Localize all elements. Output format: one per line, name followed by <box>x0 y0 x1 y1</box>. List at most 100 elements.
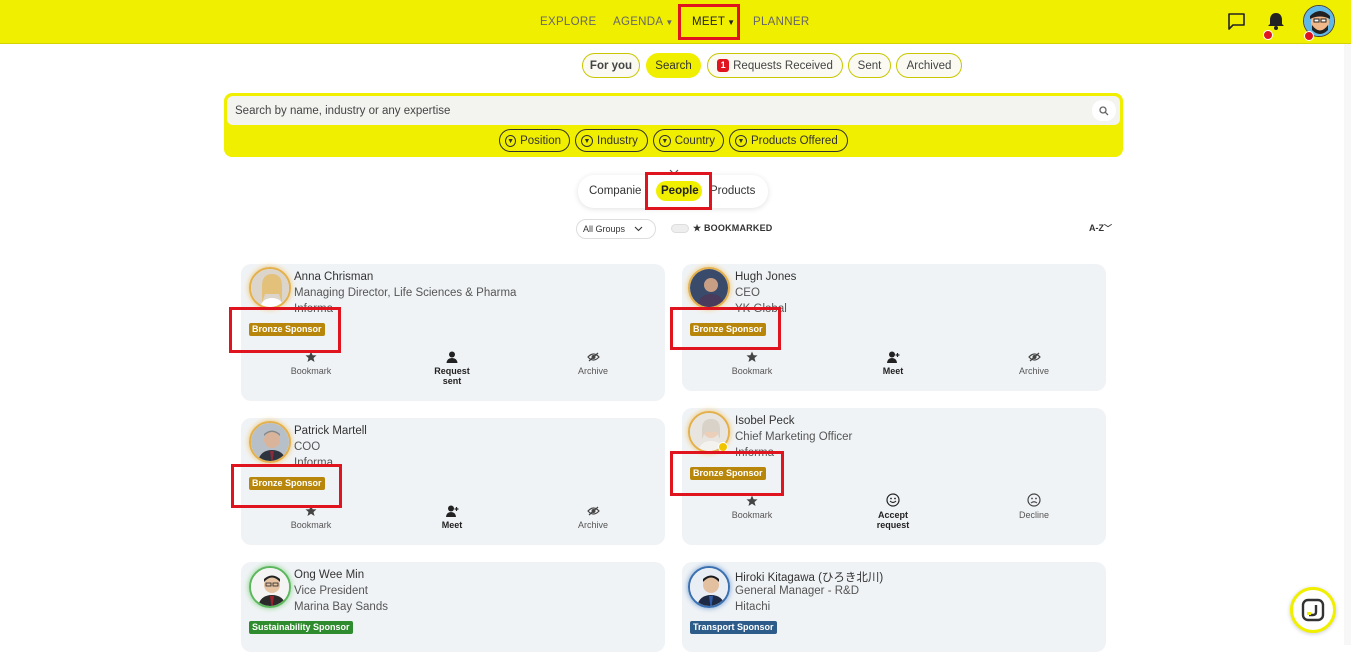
add-user-icon <box>445 505 458 517</box>
person-title: Managing Director, Life Sciences & Pharm… <box>294 287 517 299</box>
segment-products[interactable]: Products <box>710 185 755 197</box>
requests-count-badge: 1 <box>717 59 730 72</box>
groups-select[interactable]: All Groups <box>576 219 656 239</box>
smile-icon <box>886 493 900 507</box>
sponsor-highlight-box <box>229 307 341 353</box>
nav-meet-label: MEET <box>692 16 726 28</box>
bookmark-label: Bookmark <box>731 366 773 376</box>
bookmarked-switch[interactable] <box>671 224 689 233</box>
sponsor-highlight-box <box>670 307 781 350</box>
filter-products-offered[interactable]: ▼ Products Offered <box>729 129 848 152</box>
tab-search[interactable]: Search <box>646 53 701 78</box>
sponsor-highlight-box <box>231 464 342 508</box>
nav-explore[interactable]: EXPLORE <box>540 16 596 28</box>
person-title: CEO <box>735 287 760 299</box>
tab-for-you[interactable]: For you <box>582 53 640 78</box>
chevron-down-icon: ▼ <box>581 134 593 147</box>
accept-label: Accept <box>877 510 908 520</box>
nav-agenda-label: AGENDA <box>613 16 664 28</box>
filter-position[interactable]: ▼ Position <box>499 129 570 152</box>
request-sent-label-2: sent <box>442 376 462 386</box>
search-panel: ▼Position ▼Industry ▼Country ▼Products O… <box>224 93 1123 157</box>
filter-industry-label: Industry <box>597 134 638 147</box>
avatar <box>249 566 291 608</box>
sponsor-badge: Transport Sponsor <box>690 621 777 634</box>
decline-label: Decline <box>1018 510 1049 520</box>
avatar <box>688 267 730 309</box>
avatar <box>688 566 730 608</box>
meet-button[interactable]: Meet <box>853 351 933 376</box>
filter-industry[interactable]: ▼ Industry <box>575 129 648 152</box>
request-sent-label: Request <box>434 366 470 376</box>
star-icon <box>746 495 758 506</box>
nav-agenda[interactable]: AGENDA ▼ <box>613 16 674 28</box>
bookmark-label: Bookmark <box>731 510 773 520</box>
star-icon <box>746 351 758 362</box>
archive-button[interactable]: Archive <box>994 351 1074 376</box>
bookmark-button[interactable]: Bookmark <box>271 351 351 376</box>
avatar-status-dot <box>1304 31 1314 41</box>
chevron-down-icon: ﹀ <box>1104 224 1112 233</box>
person-card[interactable]: Ong Wee Min Vice President Marina Bay Sa… <box>241 562 665 652</box>
sort-label: A-Z <box>1089 223 1104 233</box>
decline-button[interactable]: Decline <box>994 493 1074 520</box>
caret-down-icon: ▼ <box>665 18 674 27</box>
bookmark-label: Bookmark <box>290 366 332 376</box>
tab-archived[interactable]: Archived <box>896 53 962 78</box>
bookmarked-label: BOOKMARKED <box>703 223 773 233</box>
filter-country[interactable]: ▼ Country <box>653 129 724 152</box>
accept-label-2: request <box>876 520 910 530</box>
person-name: Isobel Peck <box>735 415 795 427</box>
person-card[interactable]: Hiroki Kitagawa (ひろき北川) General Manager … <box>682 562 1106 652</box>
request-sent-button[interactable]: Request sent <box>412 351 492 386</box>
archive-button[interactable]: Archive <box>553 351 633 376</box>
bookmark-button[interactable]: Bookmark <box>712 495 792 520</box>
eye-slash-icon <box>586 506 600 516</box>
tab-sent[interactable]: Sent <box>848 53 891 78</box>
archive-button[interactable]: Archive <box>553 505 633 530</box>
chevron-down-icon: ▼ <box>505 134 517 147</box>
person-name: Hiroki Kitagawa (ひろき北川) <box>735 572 884 584</box>
chevron-down-icon: ▼ <box>659 134 671 147</box>
notification-dot <box>1263 30 1273 40</box>
archive-label: Archive <box>577 520 608 530</box>
accept-request-button[interactable]: Accept request <box>853 493 933 530</box>
bookmark-button[interactable]: Bookmark <box>271 505 351 530</box>
person-company: Hitachi <box>735 601 771 613</box>
tab-requests-received[interactable]: 1 Requests Received <box>707 53 843 78</box>
filter-products-label: Products Offered <box>751 134 838 147</box>
person-title: General Manager - R&D <box>735 585 859 597</box>
bookmark-label: Bookmark <box>290 520 332 530</box>
person-name: Hugh Jones <box>735 271 797 283</box>
person-title: Vice President <box>294 585 368 597</box>
search-icon[interactable] <box>1092 100 1116 121</box>
search-box <box>227 96 1120 125</box>
avatar <box>249 267 291 309</box>
person-company: Marina Bay Sands <box>294 601 388 613</box>
tab-requests-label: Requests Received <box>733 59 833 72</box>
person-title: Chief Marketing Officer <box>735 431 853 443</box>
bookmark-button[interactable]: Bookmark <box>712 351 792 376</box>
meet-button[interactable]: Meet <box>412 505 492 530</box>
groups-select-label: All Groups <box>583 224 626 234</box>
assistant-logo-icon <box>1301 598 1325 622</box>
meet-label: Meet <box>441 520 463 530</box>
sort-select[interactable]: A-Z﹀ <box>1089 223 1112 234</box>
filter-position-label: Position <box>520 134 561 147</box>
chat-icon[interactable] <box>1227 12 1246 36</box>
nav-planner[interactable]: PLANNER <box>753 16 809 28</box>
nav-meet[interactable]: MEET ▼ <box>692 16 735 28</box>
scrollbar[interactable] <box>1344 44 1351 645</box>
segment-companies[interactable]: Companie <box>589 185 641 197</box>
search-input[interactable] <box>235 96 1095 125</box>
frown-icon <box>1027 493 1041 507</box>
eye-slash-icon <box>586 352 600 362</box>
person-name: Ong Wee Min <box>294 569 365 581</box>
bookmarked-filter[interactable]: ★ BOOKMARKED <box>693 223 772 234</box>
caret-down-icon: ▼ <box>727 18 736 27</box>
eye-slash-icon <box>1027 352 1041 362</box>
person-name: Patrick Martell <box>294 425 367 437</box>
chevron-down-icon <box>634 226 643 232</box>
archive-label: Archive <box>577 366 608 376</box>
assistant-fab-button[interactable] <box>1290 587 1336 633</box>
